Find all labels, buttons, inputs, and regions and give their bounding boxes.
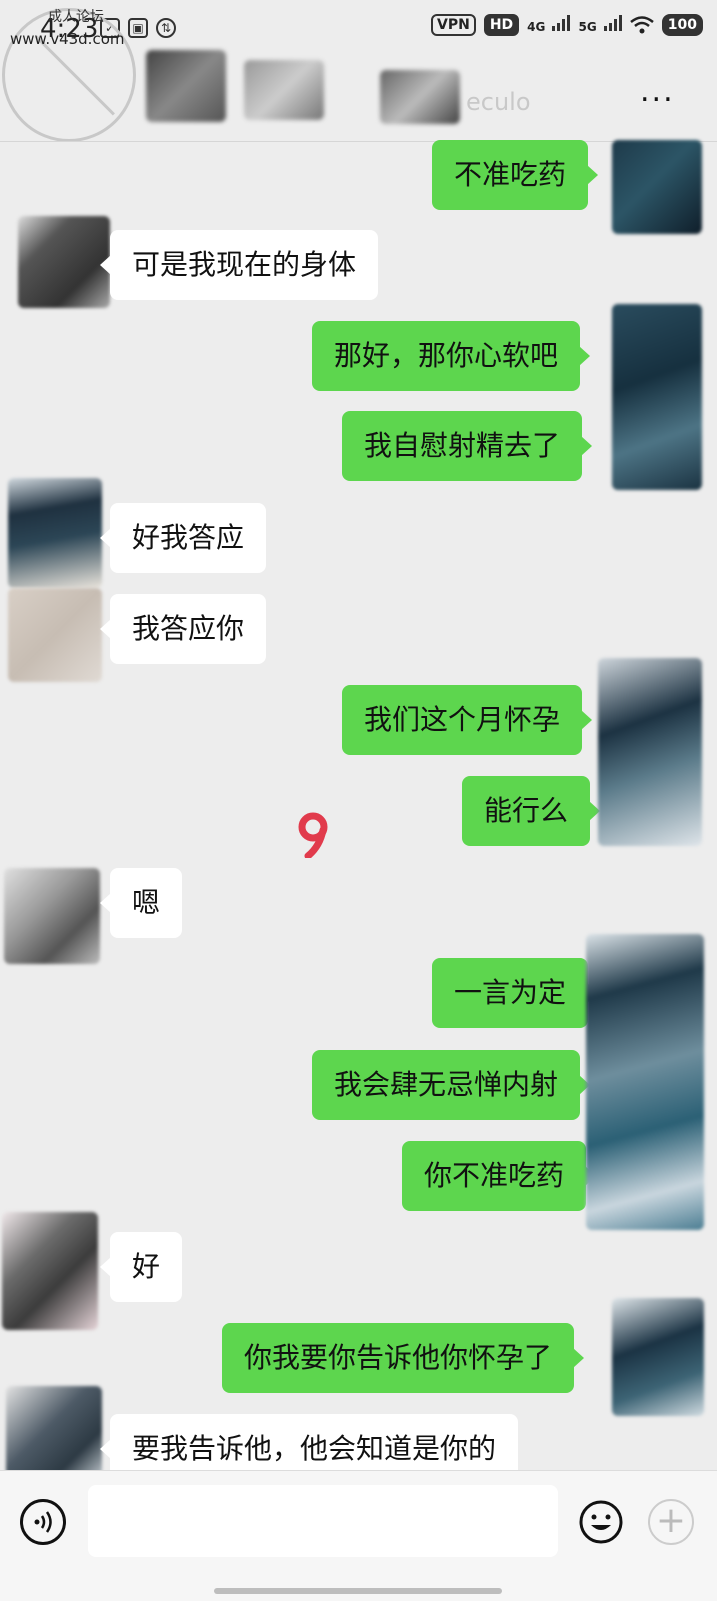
watermark-top-text: 成人论坛 — [48, 9, 104, 25]
blurred-header-name — [380, 70, 460, 124]
avatar-self[interactable] — [612, 1298, 704, 1416]
message-bubble-incoming[interactable]: 好 — [99, 1232, 183, 1302]
voice-icon — [34, 1511, 52, 1533]
location-pin-icon — [298, 812, 328, 858]
avatar-contact[interactable] — [4, 868, 100, 964]
hd-icon: HD — [483, 14, 520, 36]
avatar-self[interactable] — [612, 140, 702, 234]
blurred-header-name — [146, 50, 226, 122]
avatar-contact[interactable] — [8, 588, 102, 682]
signal-4g-icon: 4G — [527, 15, 571, 35]
avatar-contact[interactable] — [18, 216, 110, 308]
message-bubble-incoming[interactable]: 我答应你 — [99, 594, 267, 664]
input-bar: + — [0, 1470, 717, 1601]
message-bubble-outgoing[interactable]: 能行么 — [462, 776, 601, 846]
avatar-contact[interactable] — [2, 1212, 98, 1330]
message-bubble-outgoing[interactable]: 你我要你告诉他你怀孕了 — [222, 1323, 585, 1393]
message-bubble-outgoing[interactable]: 我自慰射精去了 — [342, 411, 593, 481]
wifi-icon — [629, 16, 654, 34]
message-input[interactable] — [88, 1485, 558, 1557]
watermark-site: www.v43d.com — [10, 30, 125, 48]
more-functions-button[interactable]: + — [648, 1499, 694, 1545]
status-right-icons: VPN HD 4G 5G 100 — [431, 14, 703, 36]
signal-5g-icon: 5G — [578, 15, 622, 35]
message-bubble-outgoing[interactable]: 不准吃药 — [432, 140, 599, 210]
avatar-contact[interactable] — [6, 1386, 102, 1476]
sync-icon: ⇅ — [156, 18, 176, 38]
header-divider — [0, 141, 717, 142]
avatar-self[interactable] — [612, 304, 702, 490]
avatar-contact[interactable] — [8, 478, 102, 588]
vpn-icon: VPN — [431, 14, 476, 36]
message-bubble-incoming[interactable]: 嗯 — [99, 868, 183, 938]
message-bubble-incoming[interactable]: 可是我现在的身体 — [99, 230, 379, 300]
voice-input-button[interactable] — [20, 1499, 66, 1545]
message-bubble-outgoing[interactable]: 我们这个月怀孕 — [342, 685, 593, 755]
message-bubble-outgoing[interactable]: 我会肆无忌惮内射 — [312, 1050, 591, 1120]
chat-title: eculo — [466, 88, 531, 116]
gallery-icon: ▣ — [128, 18, 148, 38]
message-bubble-outgoing[interactable]: 那好，那你心软吧 — [312, 321, 591, 391]
message-bubble-outgoing[interactable]: 一言为定 — [432, 958, 599, 1028]
blurred-header-name — [244, 60, 324, 120]
more-options-button[interactable]: ... — [640, 77, 675, 107]
avatar-self[interactable] — [586, 934, 704, 1230]
message-bubble-incoming[interactable]: 好我答应 — [99, 503, 267, 573]
home-indicator[interactable] — [214, 1588, 502, 1594]
battery-icon: 100 — [661, 14, 703, 36]
emoji-button[interactable] — [578, 1499, 624, 1545]
avatar-self[interactable] — [598, 658, 702, 846]
message-bubble-outgoing[interactable]: 你不准吃药 — [402, 1141, 597, 1211]
watermark-seal — [2, 8, 136, 142]
